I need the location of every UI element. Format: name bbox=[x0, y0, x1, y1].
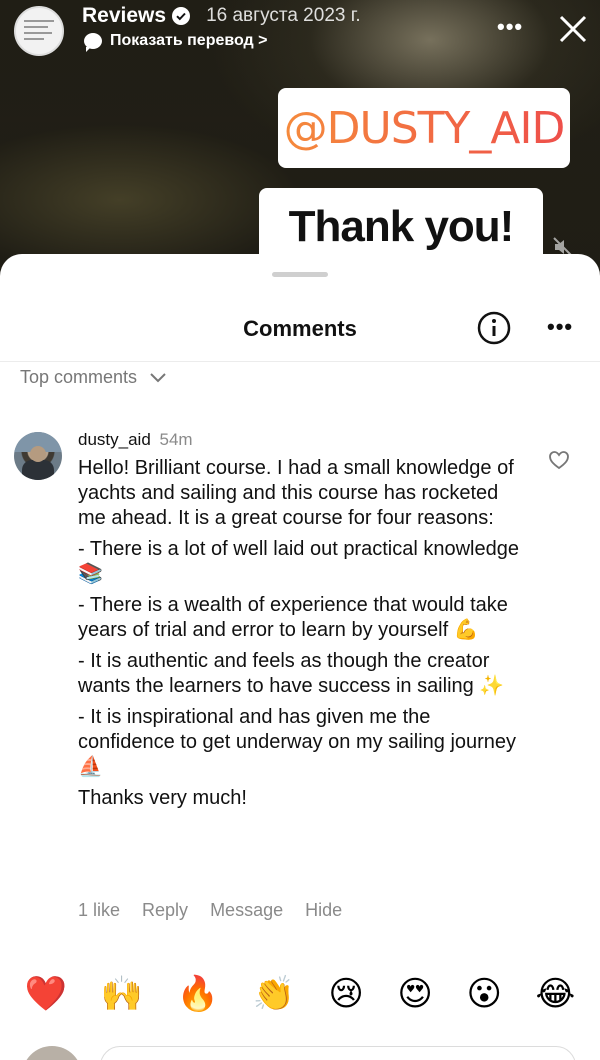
story-date: 16 августа 2023 г. bbox=[206, 5, 361, 26]
verified-badge-icon bbox=[172, 7, 191, 25]
reaction-clap-icon[interactable]: 👏 bbox=[253, 974, 295, 1014]
reaction-crying-icon[interactable]: 😢 bbox=[328, 974, 363, 1014]
reaction-heart-eyes-icon[interactable]: 😍 bbox=[397, 974, 432, 1014]
drag-handle[interactable] bbox=[272, 272, 328, 277]
avatar[interactable] bbox=[14, 432, 62, 480]
comment-line: - It is inspirational and has given me t… bbox=[78, 706, 517, 778]
comment-text: Hello! Brilliant course. I had a small k… bbox=[78, 456, 528, 817]
reaction-raised-hands-icon[interactable]: 🙌 bbox=[101, 974, 143, 1014]
comment-username[interactable]: dusty_aid bbox=[78, 430, 151, 449]
comment-line: Hello! Brilliant course. I had a small k… bbox=[78, 457, 514, 529]
speech-bubble-icon bbox=[84, 33, 102, 52]
comment-time: 54m bbox=[159, 430, 193, 449]
reply-button[interactable]: Reply bbox=[142, 900, 188, 921]
current-user-avatar bbox=[22, 1046, 82, 1060]
header-divider bbox=[0, 361, 600, 362]
comment-line: - There is a lot of well laid out practi… bbox=[78, 538, 519, 585]
close-icon[interactable] bbox=[556, 12, 590, 46]
reaction-heart-icon[interactable]: ❤️ bbox=[25, 974, 67, 1014]
likes-count[interactable]: 1 like bbox=[78, 900, 120, 921]
top-comments-filter[interactable]: Top comments bbox=[20, 367, 167, 388]
comments-sheet: Comments ••• Top comments dusty_aid 54m … bbox=[0, 254, 600, 1060]
hide-button[interactable]: Hide bbox=[305, 900, 342, 921]
story-more-button[interactable]: ••• bbox=[497, 14, 523, 40]
comments-more-button[interactable]: ••• bbox=[547, 314, 573, 340]
comment-line: - There is a wealth of experience that w… bbox=[78, 594, 508, 641]
message-button[interactable]: Message bbox=[210, 900, 283, 921]
text-sticker-label: Thank you! bbox=[288, 202, 515, 251]
filter-label: Top comments bbox=[20, 367, 138, 387]
comment-actions: 1 like Reply Message Hide bbox=[78, 900, 342, 921]
show-translation-label: Показать перевод > bbox=[110, 32, 268, 49]
comment-line: - It is authentic and feels as though th… bbox=[78, 650, 505, 697]
heart-icon[interactable] bbox=[548, 450, 570, 470]
info-icon[interactable] bbox=[476, 310, 512, 346]
story-username[interactable]: Reviews bbox=[82, 4, 166, 28]
story-avatar[interactable] bbox=[14, 6, 64, 56]
reaction-surprised-icon[interactable]: 😮 bbox=[466, 974, 501, 1014]
mention-sticker-text: @DUSTY_AID bbox=[283, 102, 566, 154]
reaction-fire-icon[interactable]: 🔥 bbox=[177, 974, 219, 1014]
comment-line: Thanks very much! bbox=[78, 787, 247, 809]
quick-reactions: ❤️ 🙌 🔥 👏 😢 😍 😮 😂 bbox=[0, 974, 600, 1014]
comment-header: dusty_aid 54m bbox=[78, 430, 193, 450]
chevron-down-icon bbox=[150, 372, 166, 382]
story-header: Reviews 16 августа 2023 г. Показать пере… bbox=[0, 0, 600, 60]
story-user-line: Reviews 16 августа 2023 г. bbox=[82, 4, 361, 28]
reaction-laughing-icon[interactable]: 😂 bbox=[535, 974, 575, 1014]
show-translation-button[interactable]: Показать перевод > bbox=[84, 32, 268, 52]
mention-sticker[interactable]: @DUSTY_AID bbox=[278, 88, 570, 168]
comment-input[interactable] bbox=[100, 1046, 576, 1060]
